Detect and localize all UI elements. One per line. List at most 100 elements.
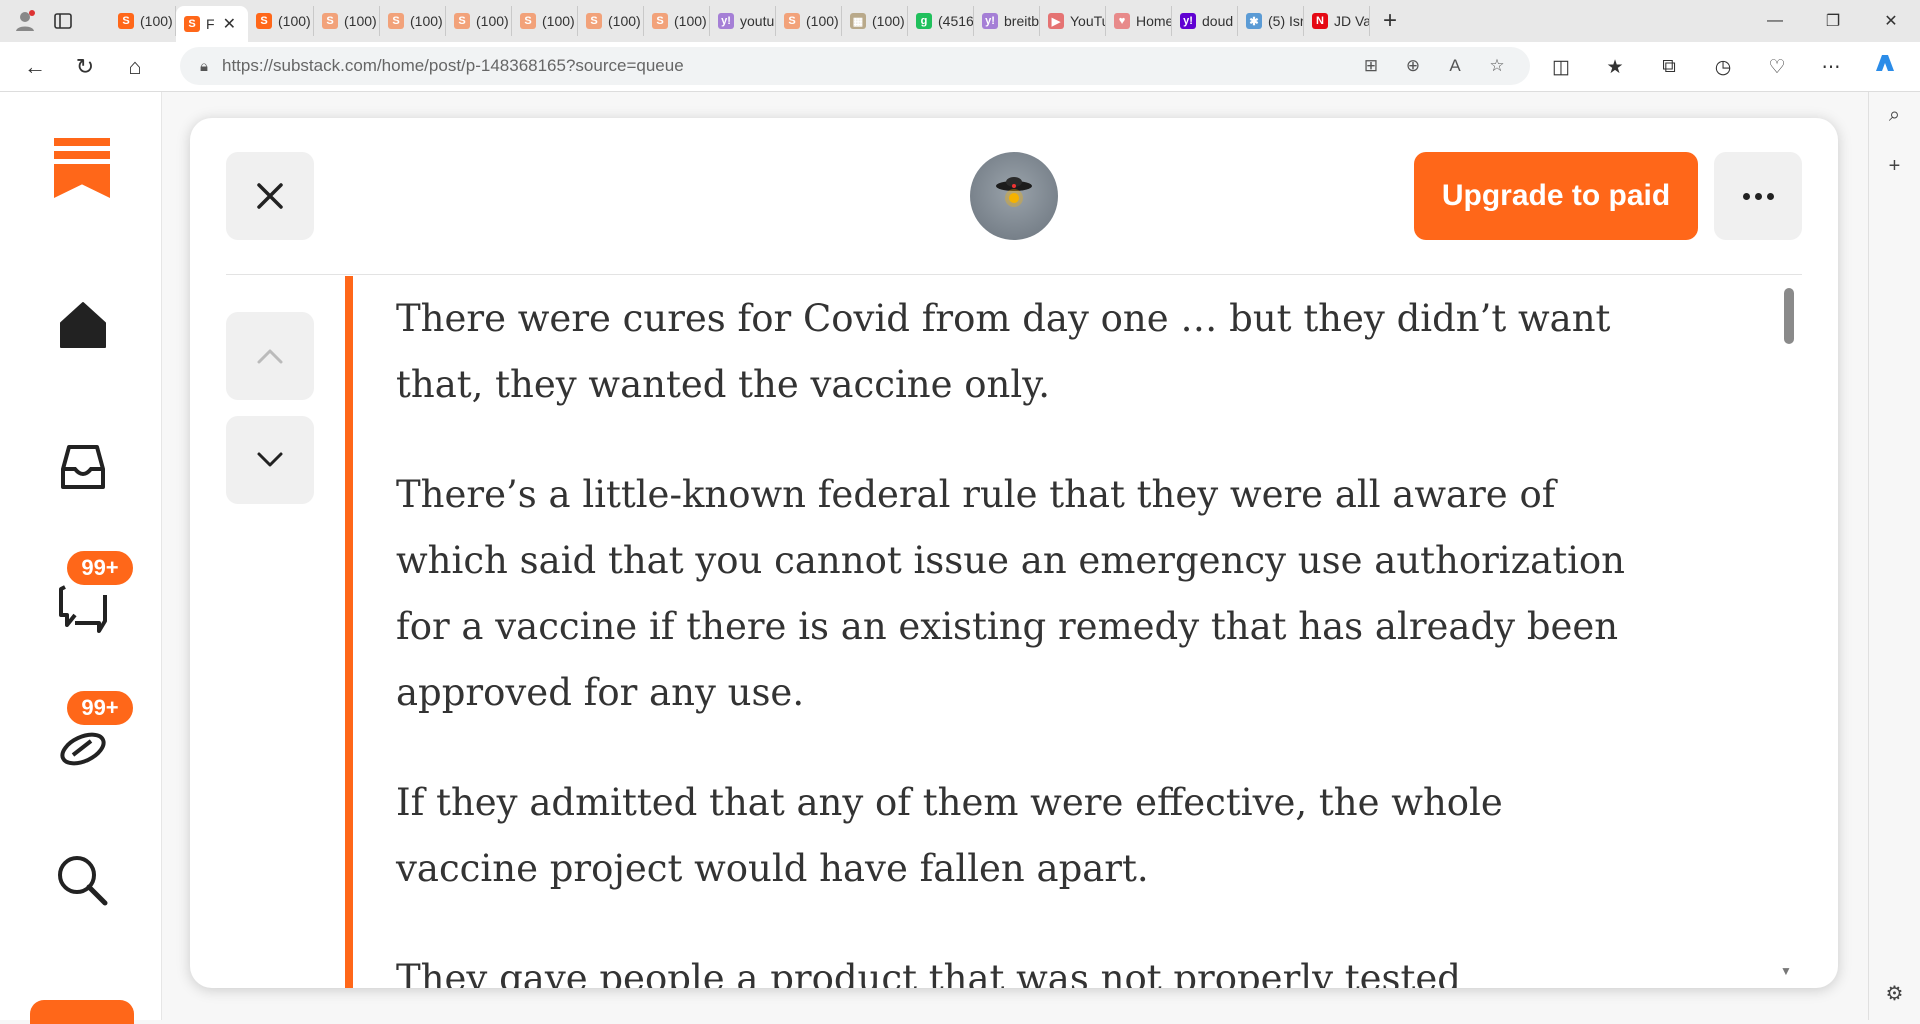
tab-favicon-icon: S bbox=[184, 16, 200, 32]
sidebar-search-icon[interactable]: ⌕ bbox=[1889, 104, 1900, 127]
tab-label: (4516 bbox=[938, 13, 974, 29]
browser-tab[interactable]: ▶ YouTu bbox=[1040, 6, 1106, 36]
quote-paragraph: There’s a little-known federal rule that… bbox=[396, 473, 1626, 714]
refresh-icon[interactable]: ↻ bbox=[60, 47, 110, 87]
profile-icon[interactable] bbox=[8, 4, 42, 38]
favorites-icon[interactable]: ★ bbox=[1599, 56, 1631, 79]
url-text[interactable]: https://substack.com/home/post/p-1483681… bbox=[222, 56, 684, 76]
collections-icon[interactable]: ⧉ bbox=[1653, 56, 1685, 78]
sidebar-add-icon[interactable]: + bbox=[1889, 155, 1901, 178]
scrollbar-thumb[interactable] bbox=[1784, 288, 1794, 344]
new-tab-button[interactable]: + bbox=[1370, 4, 1410, 38]
read-aloud-icon[interactable]: A bbox=[1442, 56, 1468, 76]
browser-toolbar: ◫ ★ ⧉ ◷ ♡ ⋯ bbox=[1545, 42, 1901, 92]
substack-logo[interactable] bbox=[54, 138, 110, 198]
lock-icon[interactable]: 🔒︎ bbox=[200, 58, 208, 75]
history-icon[interactable]: ◷ bbox=[1707, 56, 1739, 79]
browser-tab[interactable]: S (100) bbox=[248, 6, 314, 36]
author-avatar[interactable] bbox=[970, 152, 1058, 240]
tab-favicon-icon: S bbox=[322, 13, 338, 29]
tab-favicon-icon: S bbox=[652, 13, 668, 29]
scroll-down-arrow[interactable]: ▼ bbox=[1780, 964, 1792, 978]
tab-favicon-icon: S bbox=[520, 13, 536, 29]
close-icon bbox=[257, 183, 283, 209]
more-options-button[interactable] bbox=[1714, 152, 1802, 240]
split-screen-icon[interactable]: ◫ bbox=[1545, 56, 1577, 79]
close-modal-button[interactable] bbox=[226, 152, 314, 240]
back-icon[interactable]: ← bbox=[10, 47, 60, 87]
tab-label: (100) bbox=[410, 13, 443, 29]
close-window-button[interactable]: ✕ bbox=[1862, 0, 1920, 42]
browser-tab[interactable]: S (100) bbox=[578, 6, 644, 36]
tab-label: (100) bbox=[542, 13, 575, 29]
tab-actions-icon[interactable] bbox=[46, 4, 80, 38]
tab-label: (100) bbox=[872, 13, 905, 29]
chevron-down-icon bbox=[257, 452, 283, 467]
minimize-button[interactable]: — bbox=[1746, 0, 1804, 42]
previous-post-button[interactable] bbox=[226, 312, 314, 400]
tab-favicon-icon: ✱ bbox=[1246, 13, 1262, 29]
tab-label: (100) bbox=[674, 13, 707, 29]
tab-label: doud bbox=[1202, 13, 1234, 29]
nav-bottom-button[interactable] bbox=[30, 1000, 134, 1024]
browser-tab[interactable]: ▦ (100) bbox=[842, 6, 908, 36]
blockquote-bar bbox=[345, 276, 353, 988]
tab-favicon-icon: y! bbox=[1180, 13, 1196, 29]
upgrade-to-paid-button[interactable]: Upgrade to paid bbox=[1414, 152, 1698, 240]
header-divider bbox=[226, 274, 1802, 275]
browser-essentials-icon[interactable]: ♡ bbox=[1761, 56, 1793, 79]
post-modal: Upgrade to paid There were cures for Cov… bbox=[190, 118, 1838, 988]
copilot-icon[interactable] bbox=[1869, 51, 1901, 83]
home-nav-icon[interactable] bbox=[50, 292, 116, 358]
browser-tab[interactable]: y! youtu bbox=[710, 6, 776, 36]
browser-tab[interactable]: y! breitb bbox=[974, 6, 1040, 36]
browser-tab[interactable]: S (100) bbox=[446, 6, 512, 36]
tab-label: Home bbox=[1136, 13, 1172, 29]
inbox-nav-icon[interactable] bbox=[50, 434, 116, 500]
tab-favicon-icon: g bbox=[916, 13, 932, 29]
chat-badge: 99+ bbox=[64, 548, 136, 588]
restore-button[interactable]: ❐ bbox=[1804, 0, 1862, 42]
browser-tab[interactable]: N JD Va bbox=[1304, 6, 1370, 36]
tab-favicon-icon: y! bbox=[718, 13, 734, 29]
favorite-star-icon[interactable]: ☆ bbox=[1484, 56, 1510, 76]
substack-nav: 99+ 99+ bbox=[0, 92, 162, 1024]
tab-strip: S (100) S F ✕ S (100) S (100) S (100) S (100) S (100) S… bbox=[110, 0, 1370, 42]
browser-tab[interactable]: S F ✕ bbox=[176, 6, 248, 42]
tab-favicon-icon: S bbox=[586, 13, 602, 29]
url-field[interactable]: 🔒︎ https://substack.com/home/post/p-1483… bbox=[180, 47, 1530, 85]
browser-tab[interactable]: ♥ Home bbox=[1106, 6, 1172, 36]
zoom-icon[interactable]: ⊕ bbox=[1400, 56, 1426, 76]
browser-tab[interactable]: S (100) bbox=[110, 6, 176, 36]
tab-favicon-icon: ♥ bbox=[1114, 13, 1130, 29]
tab-favicon-icon: S bbox=[784, 13, 800, 29]
browser-tab[interactable]: y! doud bbox=[1172, 6, 1238, 36]
browser-tab[interactable]: S (100) bbox=[380, 6, 446, 36]
browser-tab[interactable]: S (100) bbox=[776, 6, 842, 36]
tab-label: (100) bbox=[476, 13, 509, 29]
browser-tab[interactable]: ✱ (5) Isr bbox=[1238, 6, 1304, 36]
browser-tab[interactable]: S (100) bbox=[512, 6, 578, 36]
edge-sidebar: ⌕ + ⚙ bbox=[1868, 92, 1920, 1020]
window-controls: — ❐ ✕ bbox=[1746, 0, 1920, 42]
next-post-button[interactable] bbox=[226, 416, 314, 504]
tab-label: youtu bbox=[740, 13, 775, 29]
tab-label: F bbox=[206, 16, 215, 32]
browser-tab[interactable]: g (4516 bbox=[908, 6, 974, 36]
tab-label: (100) bbox=[140, 13, 173, 29]
more-tools-icon[interactable]: ⋯ bbox=[1815, 56, 1847, 79]
browser-tab[interactable]: S (100) bbox=[314, 6, 380, 36]
browser-tab[interactable]: S (100) bbox=[644, 6, 710, 36]
tab-close-icon[interactable]: ✕ bbox=[223, 14, 236, 34]
apps-icon[interactable]: ⊞ bbox=[1358, 56, 1384, 76]
tab-label: (100) bbox=[806, 13, 839, 29]
tab-favicon-icon: S bbox=[388, 13, 404, 29]
sidebar-settings-icon[interactable]: ⚙ bbox=[1886, 981, 1904, 1006]
tab-favicon-icon: y! bbox=[982, 13, 998, 29]
home-icon[interactable]: ⌂ bbox=[110, 47, 160, 87]
chevron-up-icon bbox=[257, 349, 283, 364]
address-bar-row: ← ↻ ⌂ 🔒︎ https://substack.com/home/post/… bbox=[0, 42, 1920, 92]
search-nav-icon[interactable] bbox=[50, 848, 116, 914]
tab-favicon-icon: ▦ bbox=[850, 13, 866, 29]
tab-label: (100) bbox=[608, 13, 641, 29]
